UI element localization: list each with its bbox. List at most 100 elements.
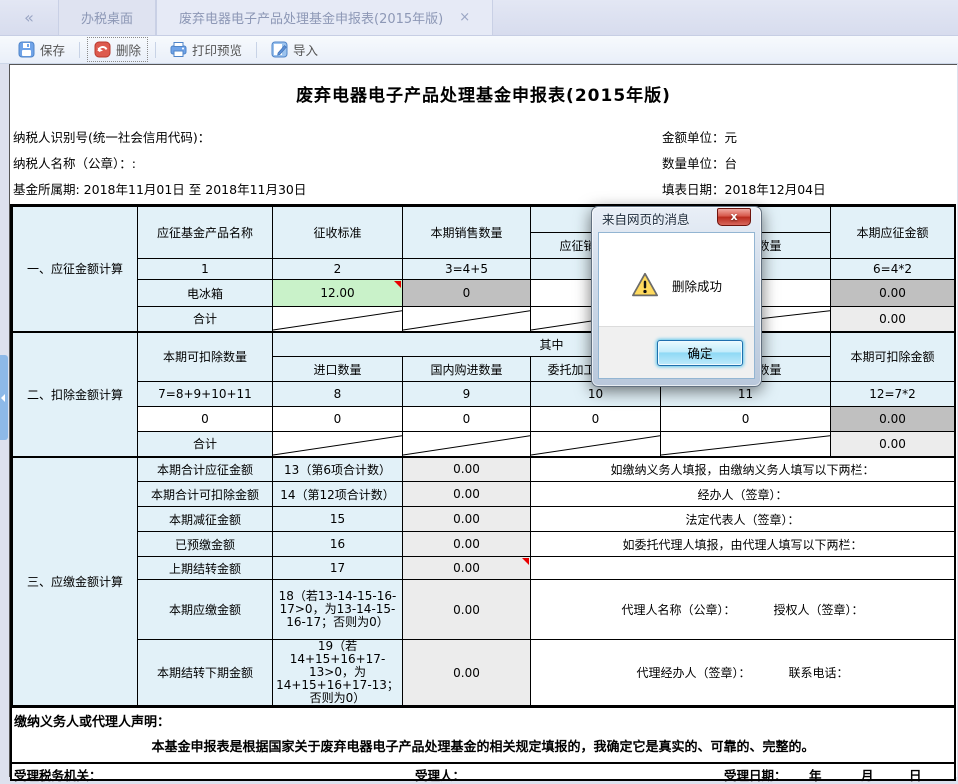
- header-sales-qty: 本期销售数量: [403, 207, 531, 259]
- row-remark: 经办人（签章）：: [531, 482, 955, 507]
- row-formula: 17: [273, 557, 403, 580]
- formula-col6: 6=4*2: [831, 259, 955, 280]
- levy-standard-value: 12.00: [320, 286, 354, 300]
- app-window: { "tab_bar": { "collapse_glyph": "«", "t…: [0, 0, 958, 777]
- import-button[interactable]: 导入: [265, 38, 324, 61]
- delete-button[interactable]: 删除: [88, 38, 147, 61]
- delete-label: 删除: [116, 40, 141, 59]
- row-remark: 如委托代理人填报，由代理人填写以下两栏：: [531, 532, 955, 557]
- row-formula: 13（第6项合计数）: [273, 457, 403, 482]
- taxpayer-id-label: 纳税人识别号(统一社会信用代码)：: [13, 125, 306, 151]
- cell-levied-amount-computed: 0.00: [831, 280, 955, 307]
- floppy-disk-icon: [18, 41, 35, 58]
- row-value: 0.00: [403, 482, 531, 507]
- tab-bar: « 办税桌面 废弃电器电子产品处理基金申报表(2015年版) ×: [0, 0, 958, 36]
- table-row: 二、扣除金额计算 本期可扣除数量 其中 本期可扣除金额: [13, 332, 955, 357]
- contact-phone-label: 联系电话：: [789, 666, 849, 680]
- red-corner-flag: [394, 281, 401, 288]
- collapse-tabs-icon[interactable]: «: [0, 0, 58, 35]
- day-label: 日: [909, 765, 922, 784]
- row-remark: 代理经办人（签章）：联系电话：: [531, 640, 955, 706]
- cell-consign-qty-input[interactable]: 0: [531, 407, 661, 432]
- left-arrow-tab-icon: [1, 394, 5, 402]
- cell-diagonal: [403, 432, 531, 457]
- header-domestic-purchase-qty: 国内购进数量: [403, 357, 531, 382]
- table-row: 本期结转下期金额 19（若14+15+16+17-13>0，为14+15+16+…: [13, 640, 955, 706]
- formula-col2: 2: [273, 259, 403, 280]
- printer-icon: [170, 41, 187, 58]
- row-formula: 15: [273, 507, 403, 532]
- acceptance-date-label: 受理日期：: [724, 765, 787, 784]
- taxpayer-name-label: 纳税人名称（公章）：:: [13, 151, 306, 177]
- acceptance-footer: 受理税务机关： 受理人： 受理日期： 年 月 日: [12, 762, 954, 779]
- row-value: 0.00: [403, 557, 531, 580]
- ok-button[interactable]: 确定: [657, 340, 743, 366]
- row-remark: 法定代表人（签章）：: [531, 507, 955, 532]
- acceptor-label: 受理人：: [415, 765, 465, 784]
- tab-tax-desktop[interactable]: 办税桌面: [58, 0, 156, 35]
- cell-diagonal: [273, 432, 403, 457]
- save-label: 保存: [40, 40, 65, 59]
- row-value: 0.00: [403, 507, 531, 532]
- print-preview-button[interactable]: 打印预览: [164, 38, 248, 61]
- row-name: 本期合计应征金额: [138, 457, 273, 482]
- row-name: 本期应缴金额: [138, 580, 273, 640]
- delete-undo-icon: [94, 41, 111, 58]
- declaration-form-grid: 一、应征金额计算 应征基金产品名称 征收标准 本期销售数量 其中 本期应征金额 …: [10, 204, 956, 781]
- cell-sales-qty-computed: 0: [403, 280, 531, 307]
- row-value: 0.00: [403, 457, 531, 482]
- table-row: 三、应缴金额计算 本期合计应征金额 13（第6项合计数） 0.00 如缴纳义务人…: [13, 457, 955, 482]
- cell-return-qty-input[interactable]: 0: [661, 407, 831, 432]
- dialog-body: 删除成功 确定: [598, 232, 755, 379]
- declaration-label: 缴纳义务人或代理人声明：: [14, 711, 170, 730]
- row-remark: 如缴纳义务人填报，由缴纳义务人填写以下两栏：: [531, 457, 955, 482]
- formula-col1: 1: [138, 259, 273, 280]
- form-header-left: 纳税人识别号(统一社会信用代码)： 纳税人名称（公章）：: 基金所属期: 201…: [13, 125, 306, 203]
- cell-levy-standard-input[interactable]: 12.00: [273, 280, 403, 307]
- formula-col12: 12=7*2: [831, 382, 955, 407]
- header-deductible-qty: 本期可扣除数量: [138, 332, 273, 382]
- save-button[interactable]: 保存: [12, 38, 71, 61]
- quantity-unit-label: 数量单位：台: [662, 151, 826, 177]
- tab-fund-declaration-form[interactable]: 废弃电器电子产品处理基金申报表(2015年版) ×: [156, 0, 493, 35]
- header-levy-standard: 征收标准: [273, 207, 403, 259]
- row-name: 本期合计可扣除金额: [138, 482, 273, 507]
- table-row: 合计 0.00: [13, 432, 955, 457]
- dialog-footer: 确定: [599, 326, 754, 378]
- agent-name-label: 代理人名称（公章）：: [621, 601, 735, 618]
- dialog-close-icon[interactable]: x: [717, 208, 751, 226]
- carry-forward-value: 0.00: [453, 561, 480, 575]
- table-row: 已预缴金额 16 0.00 如委托代理人填报，由代理人填写以下两栏：: [13, 532, 955, 557]
- header-deductible-amount: 本期可扣除金额: [831, 332, 955, 382]
- row-formula: 18（若13-14-15-16-17>0，为13-14-15-16-17；否则为…: [273, 580, 403, 640]
- row-value: 0.00: [403, 580, 531, 640]
- row-name: 本期结转下期金额: [138, 640, 273, 706]
- dialog-title: 来自网页的消息: [602, 207, 690, 232]
- dialog-message-row: 删除成功: [599, 261, 754, 309]
- cell-domestic-qty-input[interactable]: 0: [403, 407, 531, 432]
- tab-close-icon[interactable]: ×: [459, 10, 470, 25]
- declaration-statement: 本基金申报表是根据国家关于废弃电器电子产品处理基金的相关规定填报的，我确定它是真…: [12, 736, 954, 755]
- section3-label: 三、应缴金额计算: [13, 457, 138, 706]
- fill-date-label: 填表日期：2018年12月04日: [662, 177, 826, 203]
- cell-diagonal: [531, 432, 661, 457]
- table-row: 7=8+9+10+11 8 9 10 11 12=7*2: [13, 382, 955, 407]
- table-row: 0 0 0 0 0 0.00: [13, 407, 955, 432]
- formula-col3: 3=4+5: [403, 259, 531, 280]
- cell-product-refrigerator: 电冰箱: [138, 280, 273, 307]
- import-label: 导入: [293, 40, 318, 59]
- form-page: 废弃电器电子产品处理基金申报表(2015年版) 纳税人识别号(统一社会信用代码)…: [9, 64, 957, 777]
- sidebar-slide-handle[interactable]: [0, 355, 8, 440]
- print-preview-label: 打印预览: [192, 40, 242, 59]
- header-levied-amount: 本期应征金额: [831, 207, 955, 259]
- authorizer-label: 授权人（签章）：: [774, 603, 864, 617]
- cell-import-qty-input[interactable]: 0: [273, 407, 403, 432]
- cell-total-label: 合计: [138, 307, 273, 332]
- year-label: 年: [809, 765, 822, 784]
- row-name: 本期减征金额: [138, 507, 273, 532]
- toolbar-separator: [256, 42, 257, 58]
- cell-total-levied-amount: 0.00: [831, 307, 955, 332]
- row-remark: [531, 557, 955, 580]
- accepting-authority-label: 受理税务机关：: [14, 765, 102, 784]
- row-value: 0.00: [403, 532, 531, 557]
